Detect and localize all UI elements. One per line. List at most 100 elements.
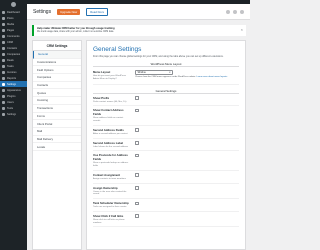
setting-row: Show Prefix Prefix contact names (Mr, Mrs… — [93, 94, 239, 107]
settings-nav-item[interactable]: General — [33, 51, 81, 59]
setting-row: Use Postcode for Address Fields Show a po… — [93, 151, 239, 171]
dismiss-icon[interactable]: × — [241, 28, 243, 32]
settings-heading: General Settings — [93, 46, 142, 53]
setting-checkbox[interactable] — [135, 128, 139, 132]
usage-tracking-notice: Help make Ultimate CRM better for you th… — [32, 25, 246, 36]
setting-desc: Show a postcode lookup on address fields — [93, 162, 129, 167]
wp-menu-item-label: Posts — [7, 16, 14, 20]
settings-nav-item[interactable]: Mail Delivery — [33, 136, 81, 144]
notice-text: We track usage data, share with your adm… — [37, 31, 114, 33]
setting-checkbox[interactable] — [135, 186, 139, 190]
setting-label: Second Address Label — [93, 140, 124, 145]
menu-layout-row: Menu Layout How do you want your WordPre… — [93, 67, 239, 85]
setting-desc: Assign contacts to team members — [93, 177, 126, 180]
menu-layout-desc: How do you want your WordPress Admin Men… — [93, 75, 127, 80]
settings-nav-item[interactable]: Locale — [33, 143, 81, 151]
user-avatar-icon[interactable] — [240, 9, 244, 14]
setting-row: Task Scheduler Ownership Tasks are assign… — [93, 199, 239, 212]
docs-button[interactable]: Read Docs — [86, 7, 109, 16]
settings-nav-item[interactable]: Forms — [33, 113, 81, 121]
settings-nav-item[interactable]: Invoicing — [33, 97, 81, 105]
invoice-icon — [2, 70, 5, 74]
settings-nav-item[interactable]: Contacts — [33, 82, 81, 90]
settings-nav: CRM Settings General Customizations Field … — [32, 40, 82, 250]
menu-layout-label: Menu Layout — [93, 70, 111, 74]
general-settings-panel: General Settings From this page you can … — [86, 40, 246, 250]
wp-menu-item-label: Tasks — [7, 64, 14, 68]
wp-menu-item-label: Deals — [7, 58, 14, 62]
pin-icon — [2, 16, 5, 20]
upgrade-button[interactable]: Upgrade Now — [57, 8, 81, 15]
wp-menu-item-label: Companies — [7, 52, 21, 56]
help-icon[interactable] — [233, 9, 237, 14]
wp-menu-item-label: Appearance — [7, 88, 21, 92]
wrench-icon — [2, 106, 5, 110]
wp-menu-item-label: Invoices — [7, 70, 17, 74]
notification-icon[interactable] — [226, 9, 230, 14]
setting-desc: Owner is the user who created the record — [93, 190, 127, 196]
setting-label: Task Scheduler Ownership — [93, 201, 129, 205]
setting-checkbox[interactable] — [135, 153, 139, 158]
settings-nav-item[interactable]: Mail — [33, 128, 81, 136]
setting-label: Contact Assignment — [93, 172, 121, 177]
setting-label: Second Address Fields — [93, 127, 124, 132]
brush-icon — [2, 88, 5, 92]
setting-checkbox[interactable] — [135, 173, 139, 177]
setting-desc: Prefix contact names (Mr, Mrs, Dr) — [93, 100, 127, 103]
setting-desc: Allow a second address per contact — [93, 132, 128, 135]
settings-nav-item[interactable]: Customizations — [33, 59, 81, 67]
wp-menu-item-label: Reports — [7, 76, 17, 80]
task-icon — [2, 64, 5, 68]
menu-layout-help-link[interactable]: Learn more about menu layouts — [196, 76, 227, 78]
comment-icon — [2, 34, 5, 38]
menu-layout-select[interactable]: Slimline ▾ — [135, 70, 173, 75]
media-icon — [2, 22, 5, 26]
page-icon — [2, 28, 5, 32]
wp-menu-item-label: Contacts — [7, 46, 18, 50]
wp-menu-item-label: Settings — [7, 82, 17, 86]
setting-row: Show Contact Address Fields Show address … — [93, 106, 239, 126]
settings-nav-item[interactable]: Quotes — [33, 89, 81, 98]
setting-row: Second Address Fields Allow a second addr… — [93, 126, 239, 139]
wp-menu-item-label: Media — [7, 22, 15, 26]
contacts-icon — [2, 46, 5, 50]
setting-checkbox[interactable] — [135, 108, 139, 113]
user-icon — [2, 100, 5, 104]
settings-intro: From this page you can choose global set… — [93, 55, 224, 58]
wp-admin-menu: Dashboard Posts Media Pages Comments CRM Conta… — [0, 9, 27, 117]
setting-row: Contact Assignment Assign contacts to tea… — [93, 171, 239, 184]
chart-icon — [2, 76, 5, 80]
setting-label: Show Prefix — [93, 95, 110, 100]
setting-label: Assign Ownership — [93, 185, 118, 190]
setting-label: Show Click 2 Call links — [93, 213, 124, 218]
wordpress-logo-icon[interactable] — [0, 0, 27, 9]
settings-nav-item[interactable]: Companies — [33, 74, 81, 82]
dashboard-icon — [2, 10, 5, 14]
page-title: Settings — [33, 8, 52, 15]
settings-nav-heading: CRM Settings — [33, 41, 81, 51]
settings-nav-item[interactable]: Transactions — [33, 105, 81, 113]
wp-menu-item[interactable]: Settings — [0, 111, 27, 117]
setting-desc: Show address fields on contact records — [93, 117, 124, 122]
setting-checkbox[interactable] — [135, 96, 139, 100]
chevron-down-icon: ▾ — [169, 71, 171, 74]
sliders-icon — [2, 112, 5, 116]
header-icons — [226, 9, 244, 14]
wp-menu-item-label: Settings — [7, 112, 17, 116]
menu-layout-value: Slimline — [137, 71, 146, 74]
menu-layout-help: Choose how the CRM menu appears inside W… — [135, 76, 228, 78]
wp-menu-item-label: Plugins — [7, 94, 16, 98]
setting-row: Assign Ownership Owner is the user who cr… — [93, 184, 239, 199]
wp-menu-item-label: Dashboard — [7, 10, 20, 14]
setting-row: Show Click 2 Call links Show click-to-cal… — [93, 212, 239, 228]
settings-nav-item[interactable]: Field Options — [33, 66, 81, 75]
setting-desc: Label shown for the second address — [93, 145, 129, 148]
setting-checkbox[interactable] — [135, 141, 139, 145]
setting-checkbox[interactable] — [135, 214, 139, 218]
wp-menu-item-label: CRM — [7, 40, 13, 44]
settings-nav-item[interactable]: Client Portal — [33, 120, 81, 128]
crm-icon — [2, 40, 5, 44]
setting-checkbox[interactable] — [135, 201, 139, 205]
setting-label: Show Contact Address Fields — [93, 108, 124, 117]
wp-menu-item-label: Pages — [7, 28, 15, 32]
